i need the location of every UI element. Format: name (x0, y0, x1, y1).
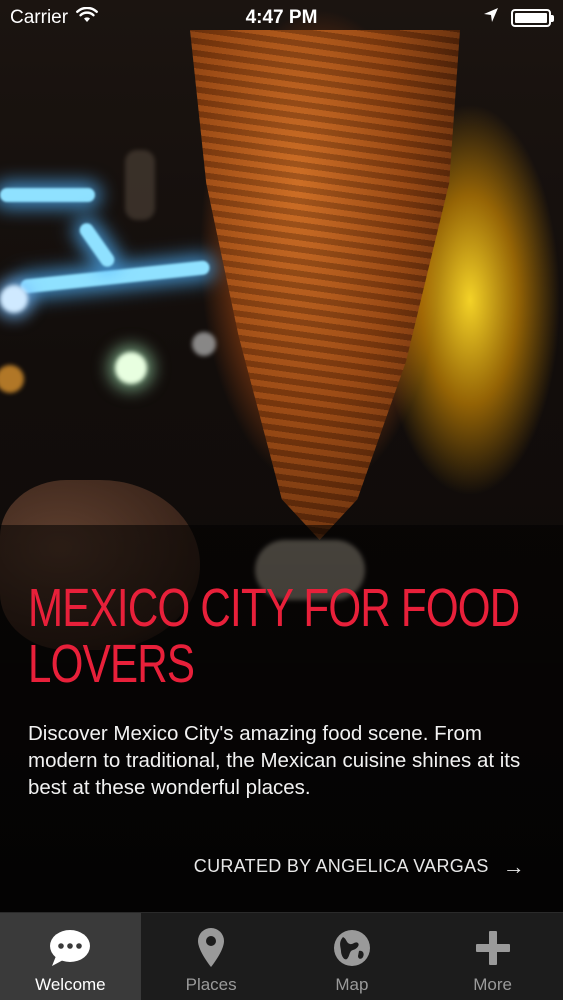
tab-bar: Welcome Places Map More (0, 912, 563, 1000)
tab-welcome[interactable]: Welcome (0, 913, 141, 1000)
chat-bubble-icon (47, 925, 93, 971)
battery-icon (511, 9, 554, 27)
tab-more[interactable]: More (422, 913, 563, 1000)
tab-welcome-label: Welcome (35, 975, 106, 994)
curated-by-label: CURATED BY ANGELICA VARGAS (193, 856, 489, 876)
tab-places[interactable]: Places (141, 913, 282, 1000)
tab-places-label: Places (185, 975, 237, 994)
guide-title: MEXICO CITY FOR FOOD LOVERS (28, 578, 520, 694)
status-time: 4:47 PM (245, 7, 318, 28)
globe-icon (329, 925, 375, 971)
arrow-right-icon: → (502, 853, 525, 879)
curated-by-link[interactable]: CURATED BY ANGELICA VARGAS → (193, 853, 525, 879)
tab-map[interactable]: Map (282, 913, 423, 1000)
plus-icon (470, 925, 516, 971)
location-arrow-icon (483, 7, 499, 29)
tab-map-label: Map (335, 975, 369, 994)
tab-more-label: More (473, 975, 512, 994)
guide-description: Discover Mexico City's amazing food scen… (28, 722, 521, 799)
status-bar: Carrier 4:47 PM (0, 0, 563, 36)
map-pin-icon (188, 925, 234, 971)
